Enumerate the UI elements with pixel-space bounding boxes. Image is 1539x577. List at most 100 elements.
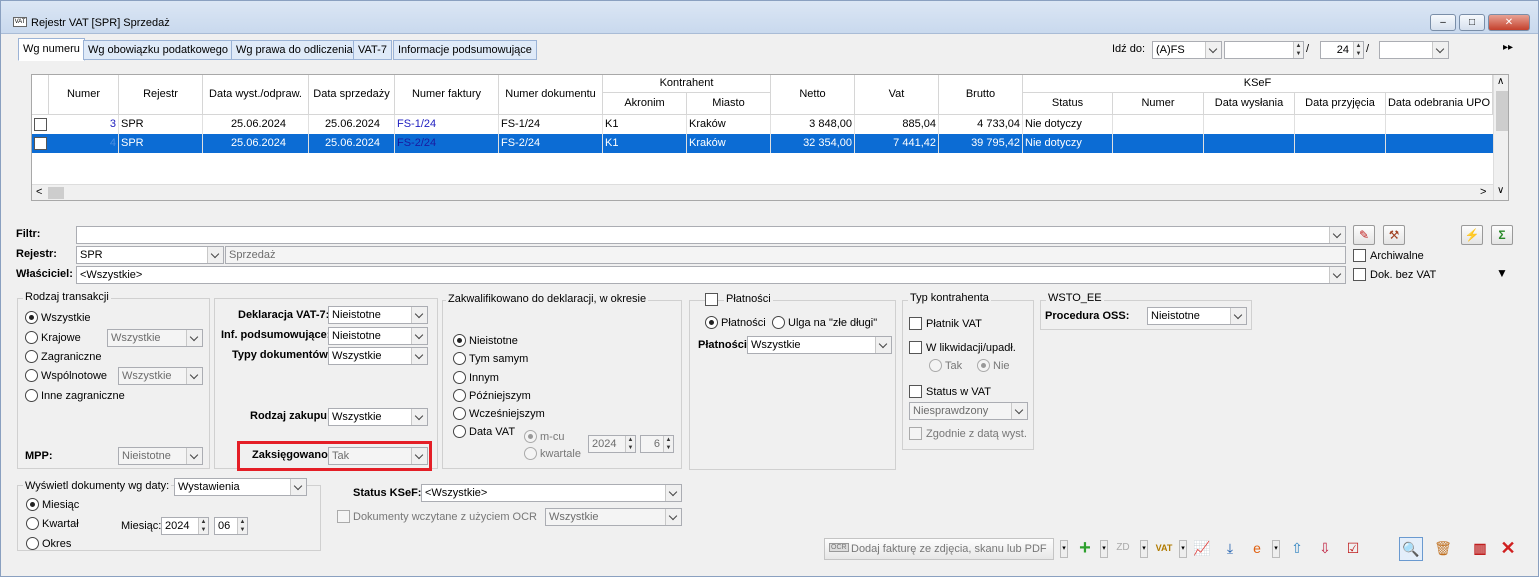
platnik-vat-checkbox[interactable]: [909, 317, 922, 330]
cell-numer-faktury[interactable]: FS-1/24: [395, 115, 499, 134]
close-button[interactable]: ✕: [1488, 14, 1530, 31]
cell-numer-faktury[interactable]: FS-2/24: [395, 134, 499, 153]
platnosci-checkbox[interactable]: [705, 293, 718, 306]
dok-bez-vat-checkbox[interactable]: [1353, 268, 1366, 281]
close-x-icon[interactable]: ✕: [1496, 537, 1520, 561]
export-up-icon[interactable]: ⇧: [1285, 537, 1309, 561]
header-data-wyslania[interactable]: Data wysłania: [1204, 93, 1295, 115]
horizontal-scrollbar[interactable]: < >: [32, 184, 1493, 200]
radio-krajowe[interactable]: [25, 331, 38, 344]
maximize-button[interactable]: □: [1459, 14, 1485, 31]
table-row-selected[interactable]: 4 SPR 25.06.2024 25.06.2024 FS-2/24 FS-2…: [32, 134, 1493, 153]
oss-select[interactable]: Nieistotne: [1147, 307, 1247, 325]
dropdown-arrow-icon[interactable]: ▾: [1179, 540, 1187, 558]
minimize-button[interactable]: –: [1430, 14, 1456, 31]
dropdown-arrow-icon[interactable]: ▾: [1272, 540, 1280, 558]
header-numer[interactable]: Numer: [49, 75, 119, 115]
header-akronim[interactable]: Akronim: [603, 93, 687, 115]
columns-icon[interactable]: ▥: [1468, 537, 1492, 561]
spinner-icon[interactable]: ▲ ▼: [237, 518, 247, 534]
wyswietl-select[interactable]: Wystawienia: [174, 478, 307, 496]
radio-innym[interactable]: [453, 371, 466, 384]
goto-field-3[interactable]: [1379, 41, 1449, 59]
radio-inne-zagraniczne[interactable]: [25, 389, 38, 402]
expand-filter-icon[interactable]: ▼: [1496, 266, 1508, 280]
header-numer-dokumentu[interactable]: Numer dokumentu: [499, 75, 603, 115]
vertical-scrollbar[interactable]: ∧ ∨: [1493, 75, 1508, 200]
tab-wg-prawa[interactable]: Wg prawa do odliczenia: [231, 40, 358, 60]
filter-construct-icon[interactable]: ⚒: [1383, 225, 1405, 245]
radio-wczesniejszym[interactable]: [453, 407, 466, 420]
header-data-przyjecia[interactable]: Data przyjęcia: [1295, 93, 1386, 115]
check-document-icon[interactable]: ☑: [1341, 537, 1365, 561]
header-vat[interactable]: Vat: [855, 75, 939, 115]
platnosci-select[interactable]: Wszystkie: [747, 336, 892, 354]
likwidacja-checkbox[interactable]: [909, 341, 922, 354]
goto-field-1[interactable]: ▲ ▼: [1224, 41, 1304, 59]
radio-data-vat[interactable]: [453, 425, 466, 438]
header-numer-faktury[interactable]: Numer faktury: [395, 75, 499, 115]
preview-icon[interactable]: 🔍: [1399, 537, 1423, 561]
import-icon[interactable]: ⤓: [1218, 537, 1242, 561]
scroll-down-icon[interactable]: ∨: [1497, 185, 1504, 196]
vertical-scroll-thumb[interactable]: [1496, 91, 1508, 131]
sum-icon[interactable]: Σ: [1491, 225, 1513, 245]
filtr-input[interactable]: [76, 226, 1346, 244]
ocr-add-invoice-button[interactable]: OCR Dodaj fakturę ze zdjęcia, skanu lub …: [824, 538, 1054, 560]
add-icon[interactable]: +: [1073, 537, 1097, 561]
scroll-right-icon[interactable]: >: [1480, 186, 1486, 198]
radio-pozniejszym[interactable]: [453, 389, 466, 402]
export-down-icon[interactable]: ⇩: [1313, 537, 1337, 561]
next-page-icon[interactable]: ▸▸: [1503, 42, 1513, 53]
internet-explorer-icon[interactable]: e: [1245, 537, 1269, 561]
row-checkbox[interactable]: [34, 118, 47, 131]
header-netto[interactable]: Netto: [771, 75, 855, 115]
delete-trash-icon[interactable]: 🗑: [1431, 537, 1455, 561]
spinner-icon[interactable]: ▲ ▼: [1353, 42, 1363, 58]
header-brutto[interactable]: Brutto: [939, 75, 1023, 115]
rodzaj-zakupu-select[interactable]: Wszystkie: [328, 408, 428, 426]
radio-wszystkie[interactable]: [25, 311, 38, 324]
archiwalne-checkbox[interactable]: [1353, 249, 1366, 262]
scroll-left-icon[interactable]: <: [36, 186, 42, 198]
rejestr-select[interactable]: SPR: [76, 246, 224, 264]
header-data-odebrania[interactable]: Data odebrania UPO: [1386, 93, 1493, 115]
vat7-select[interactable]: Nieistotne: [328, 306, 428, 324]
radio-nieistotne[interactable]: [453, 334, 466, 347]
header-status[interactable]: Status: [1023, 93, 1113, 115]
radio-ulga[interactable]: [772, 316, 785, 329]
row-checkbox[interactable]: [34, 137, 47, 150]
tab-informacje[interactable]: Informacje podsumowujące: [393, 40, 537, 60]
refresh-lightning-icon[interactable]: ⚡: [1461, 225, 1483, 245]
radio-miesiac[interactable]: [26, 498, 39, 511]
header-data-sprz[interactable]: Data sprzedaży: [309, 75, 395, 115]
clear-filter-icon[interactable]: ✎: [1353, 225, 1375, 245]
radio-zagraniczne[interactable]: [25, 350, 38, 363]
miesiac-month-field[interactable]: 06 ▲ ▼: [214, 517, 248, 535]
radio-wspolnotowe[interactable]: [25, 369, 38, 382]
miesiac-year-field[interactable]: 2024 ▲ ▼: [161, 517, 209, 535]
scroll-up-icon[interactable]: ∧: [1497, 76, 1504, 87]
dropdown-arrow-icon[interactable]: ▾: [1060, 540, 1068, 558]
header-ksef-numer[interactable]: Numer: [1113, 93, 1204, 115]
spinner-icon[interactable]: ▲ ▼: [1293, 42, 1303, 58]
radio-okres[interactable]: [26, 537, 39, 550]
horizontal-scroll-thumb[interactable]: [48, 187, 64, 199]
radio-tym-samym[interactable]: [453, 352, 466, 365]
header-data-wyst[interactable]: Data wyst./odpraw.: [203, 75, 309, 115]
inf-select[interactable]: Nieistotne: [328, 327, 428, 345]
tab-wg-numeru[interactable]: Wg numeru: [18, 38, 85, 61]
header-miasto[interactable]: Miasto: [687, 93, 771, 115]
wlasciciel-select[interactable]: <Wszystkie>: [76, 266, 1346, 284]
tab-vat7[interactable]: VAT-7: [353, 40, 392, 60]
status-vat-checkbox[interactable]: [909, 385, 922, 398]
dropdown-arrow-icon[interactable]: ▾: [1140, 540, 1148, 558]
chart-icon[interactable]: 📈: [1190, 537, 1214, 561]
goto-number-field[interactable]: 24 ▲ ▼: [1320, 41, 1364, 59]
table-row[interactable]: 3 SPR 25.06.2024 25.06.2024 FS-1/24 FS-1…: [32, 115, 1493, 134]
dropdown-arrow-icon[interactable]: ▾: [1100, 540, 1108, 558]
goto-doctype-select[interactable]: (A)FS: [1152, 41, 1222, 59]
ksef-status-select[interactable]: <Wszystkie>: [421, 484, 682, 502]
typy-select[interactable]: Wszystkie: [328, 347, 428, 365]
header-rejestr[interactable]: Rejestr: [119, 75, 203, 115]
